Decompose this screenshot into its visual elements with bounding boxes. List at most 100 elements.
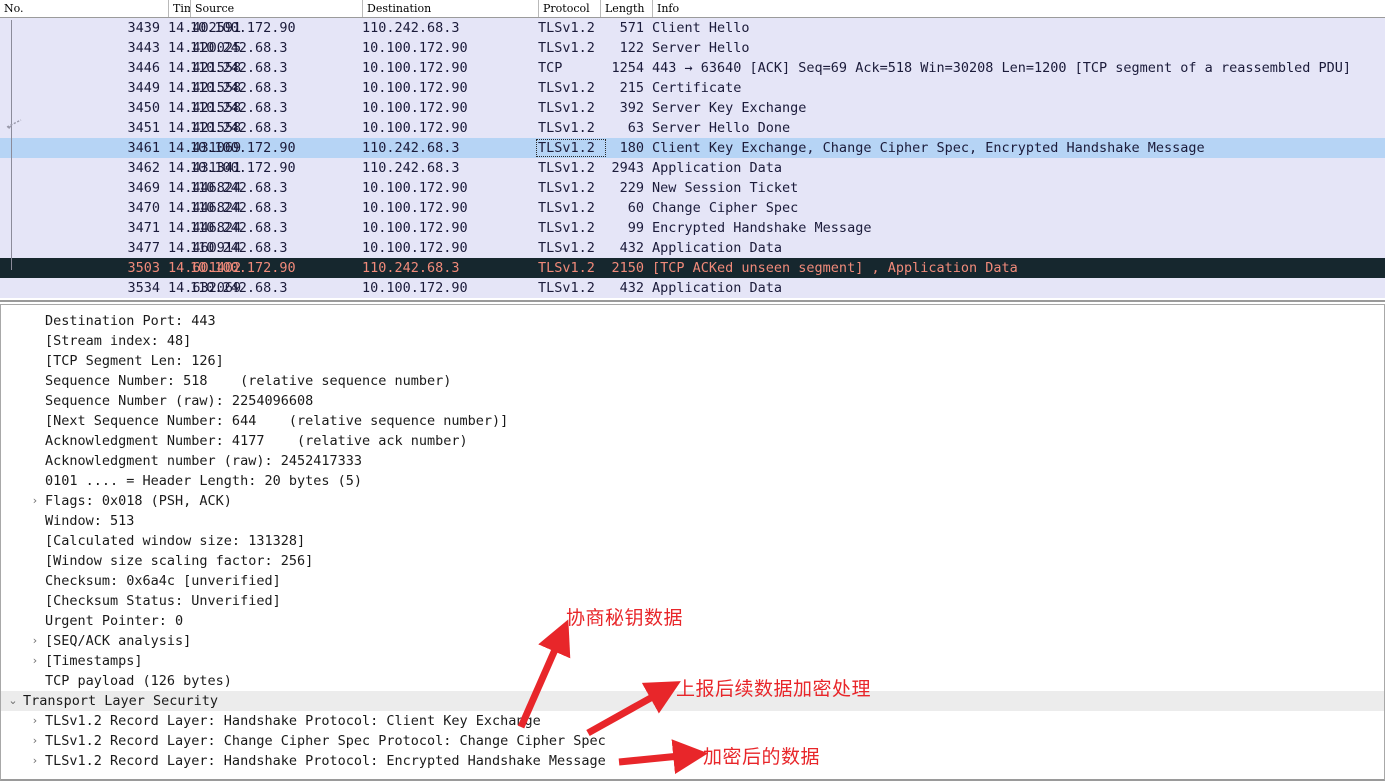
- packet-row[interactable]: 3446 14.421558 110.242.68.3 10.100.172.90 TC…: [0, 58, 1385, 78]
- packet-cell-no: 3469: [127, 180, 160, 196]
- packet-row[interactable]: 3451 14.421558 110.242.68.3 10.100.172.90 TL…: [0, 118, 1385, 138]
- detail-tree-row[interactable]: Acknowledgment Number: 4177 (relative ac…: [1, 431, 1384, 451]
- column-header-no[interactable]: No.: [0, 0, 168, 17]
- annotation-label-key-negotiation: 协商秘钥数据: [566, 607, 684, 629]
- packet-cell-destination: 10.100.172.90: [362, 240, 468, 256]
- packet-row[interactable]: 3443 14.420025 110.242.68.3 10.100.172.90 TL…: [0, 38, 1385, 58]
- detail-tree-row-label: Transport Layer Security: [23, 693, 219, 709]
- packet-detail-tree[interactable]: Destination Port: 443 [Stream index: 48] […: [1, 311, 1384, 771]
- detail-tree-row[interactable]: [Calculated window size: 131328]: [1, 531, 1384, 551]
- packet-row[interactable]: 3477 14.460914 110.242.68.3 10.100.172.90 TL…: [0, 238, 1385, 258]
- chevron-right-icon[interactable]: ›: [29, 711, 41, 731]
- detail-tree-row[interactable]: Urgent Pointer: 0: [1, 611, 1384, 631]
- detail-tree-row[interactable]: › TLSv1.2 Record Layer: Handshake Protoco…: [1, 751, 1384, 771]
- detail-tree-row-label: 0101 .... = Header Length: 20 bytes (5): [45, 473, 362, 489]
- packet-cell-no: 3451: [127, 120, 160, 136]
- packet-cell-source: 110.242.68.3: [190, 180, 288, 196]
- packet-cell-length: 180: [619, 140, 644, 156]
- detail-tree-row[interactable]: Checksum: 0x6a4c [unverified]: [1, 571, 1384, 591]
- detail-tree-row-label: [Window size scaling factor: 256]: [45, 553, 314, 569]
- packet-cell-info: [TCP ACKed unseen segment] , Application…: [652, 260, 1018, 276]
- packet-cell-destination: 110.242.68.3: [362, 20, 460, 36]
- detail-tree-row[interactable]: Acknowledgment number (raw): 2452417333: [1, 451, 1384, 471]
- packet-cell-destination: 110.242.68.3: [362, 140, 460, 156]
- packet-cell-no: 3471: [127, 220, 160, 236]
- packet-cell-length: 571: [619, 20, 644, 36]
- detail-tree-row[interactable]: [Next Sequence Number: 644 (relative seq…: [1, 411, 1384, 431]
- packet-cell-info: Certificate: [652, 80, 742, 96]
- packet-cell-length: 1254: [611, 60, 644, 76]
- packet-row[interactable]: 3450 14.421558 110.242.68.3 10.100.172.90 TL…: [0, 98, 1385, 118]
- detail-tree-row[interactable]: [Stream index: 48]: [1, 331, 1384, 351]
- detail-tree-row-label: [TCP Segment Len: 126]: [45, 353, 224, 369]
- packet-cell-info: Encrypted Handshake Message: [652, 220, 872, 236]
- column-header-destination[interactable]: Destination: [362, 0, 538, 17]
- detail-tree-row-label: Sequence Number: 518 (relative sequence …: [45, 373, 452, 389]
- detail-tree-row-label: [Timestamps]: [45, 653, 143, 669]
- detail-tree-row[interactable]: › TLSv1.2 Record Layer: Handshake Protoco…: [1, 711, 1384, 731]
- detail-tree-row[interactable]: [Window size scaling factor: 256]: [1, 551, 1384, 571]
- detail-tree-row[interactable]: Sequence Number (raw): 2254096608: [1, 391, 1384, 411]
- packet-list-pane[interactable]: No. Time Source Destination Protocol Len…: [0, 0, 1385, 302]
- packet-list-rows[interactable]: 3439 14.402591 10.100.172.90 110.242.68.3 TL…: [0, 18, 1385, 298]
- annotation-label-encrypt-followup: 上报后续数据加密处理: [676, 678, 872, 700]
- packet-cell-source: 110.242.68.3: [190, 240, 288, 256]
- detail-tree-row[interactable]: Destination Port: 443: [1, 311, 1384, 331]
- packet-row[interactable]: 3534 14.632069 110.242.68.3 10.100.172.90 TL…: [0, 278, 1385, 298]
- packet-cell-info: Application Data: [652, 160, 783, 176]
- packet-cell-no: 3534: [127, 280, 160, 296]
- detail-tree-row[interactable]: › Flags: 0x018 (PSH, ACK): [1, 491, 1384, 511]
- column-header-length[interactable]: Length: [600, 0, 652, 17]
- packet-cell-length: 2150: [611, 260, 644, 276]
- packet-cell-no: 3503: [127, 260, 160, 276]
- detail-tree-row[interactable]: Window: 513: [1, 511, 1384, 531]
- detail-tree-row-label: [Calculated window size: 131328]: [45, 533, 306, 549]
- packet-row[interactable]: 3461 14.431069 10.100.172.90 110.242.68.3 TL…: [0, 138, 1385, 158]
- chevron-right-icon[interactable]: ›: [29, 631, 41, 651]
- detail-tree-row-label: Window: 513: [45, 513, 135, 529]
- column-header-protocol[interactable]: Protocol: [538, 0, 600, 17]
- packet-cell-destination: 10.100.172.90: [362, 120, 468, 136]
- packet-row[interactable]: 3470 14.446824 110.242.68.3 10.100.172.90 TL…: [0, 198, 1385, 218]
- detail-tree-row[interactable]: › TLSv1.2 Record Layer: Change Cipher Spe…: [1, 731, 1384, 751]
- chevron-right-icon[interactable]: ›: [29, 651, 41, 671]
- detail-tree-row[interactable]: › [SEQ/ACK analysis]: [1, 631, 1384, 651]
- chevron-right-icon[interactable]: ›: [29, 731, 41, 751]
- packet-cell-source: 10.100.172.90: [190, 140, 296, 156]
- chevron-right-icon[interactable]: ›: [29, 491, 41, 511]
- detail-tree-row-label: Acknowledgment Number: 4177 (relative ac…: [45, 433, 468, 449]
- detail-tree-row-label: Destination Port: 443: [45, 313, 216, 329]
- column-header-source[interactable]: Source: [190, 0, 362, 17]
- packet-row[interactable]: 3449 14.421558 110.242.68.3 10.100.172.90 TL…: [0, 78, 1385, 98]
- packet-row[interactable]: 3462 14.431341 10.100.172.90 110.242.68.3 TL…: [0, 158, 1385, 178]
- packet-row[interactable]: 3503 14.601402 10.100.172.90 110.242.68.3 TL…: [0, 258, 1385, 278]
- packet-detail-pane[interactable]: Destination Port: 443 [Stream index: 48] […: [0, 304, 1385, 781]
- packet-cell-destination: 110.242.68.3: [362, 260, 460, 276]
- packet-cell-length: 63: [627, 120, 644, 136]
- packet-cell-info: Client Key Exchange, Change Cipher Spec,…: [652, 140, 1205, 156]
- detail-tree-row-label: [SEQ/ACK analysis]: [45, 633, 192, 649]
- packet-list-column-header[interactable]: No. Time Source Destination Protocol Len…: [0, 0, 1385, 18]
- detail-tree-row[interactable]: [TCP Segment Len: 126]: [1, 351, 1384, 371]
- chevron-down-icon[interactable]: ⌄: [7, 691, 19, 711]
- packet-row[interactable]: 3471 14.446824 110.242.68.3 10.100.172.90 TL…: [0, 218, 1385, 238]
- detail-tree-row-label: TLSv1.2 Record Layer: Change Cipher Spec…: [45, 733, 606, 749]
- packet-row[interactable]: 3469 14.446824 110.242.68.3 10.100.172.90 TL…: [0, 178, 1385, 198]
- packet-cell-info: Server Hello: [652, 40, 750, 56]
- column-header-info[interactable]: Info: [652, 0, 1385, 17]
- detail-tree-row[interactable]: [Checksum Status: Unverified]: [1, 591, 1384, 611]
- packet-cell-source: 10.100.172.90: [190, 20, 296, 36]
- packet-cell-source: 110.242.68.3: [190, 80, 288, 96]
- packet-cell-no: 3477: [127, 240, 160, 256]
- column-header-time[interactable]: Time: [168, 0, 190, 17]
- packet-cell-destination: 10.100.172.90: [362, 180, 468, 196]
- detail-tree-row[interactable]: › [Timestamps]: [1, 651, 1384, 671]
- detail-tree-row[interactable]: Sequence Number: 518 (relative sequence …: [1, 371, 1384, 391]
- packet-row[interactable]: 3439 14.402591 10.100.172.90 110.242.68.3 TL…: [0, 18, 1385, 38]
- packet-cell-info: New Session Ticket: [652, 180, 799, 196]
- packet-cell-source: 110.242.68.3: [190, 200, 288, 216]
- chevron-right-icon[interactable]: ›: [29, 751, 41, 771]
- packet-cell-info: Server Key Exchange: [652, 100, 807, 116]
- detail-tree-row[interactable]: 0101 .... = Header Length: 20 bytes (5): [1, 471, 1384, 491]
- detail-tree-row-label: Checksum: 0x6a4c [unverified]: [45, 573, 281, 589]
